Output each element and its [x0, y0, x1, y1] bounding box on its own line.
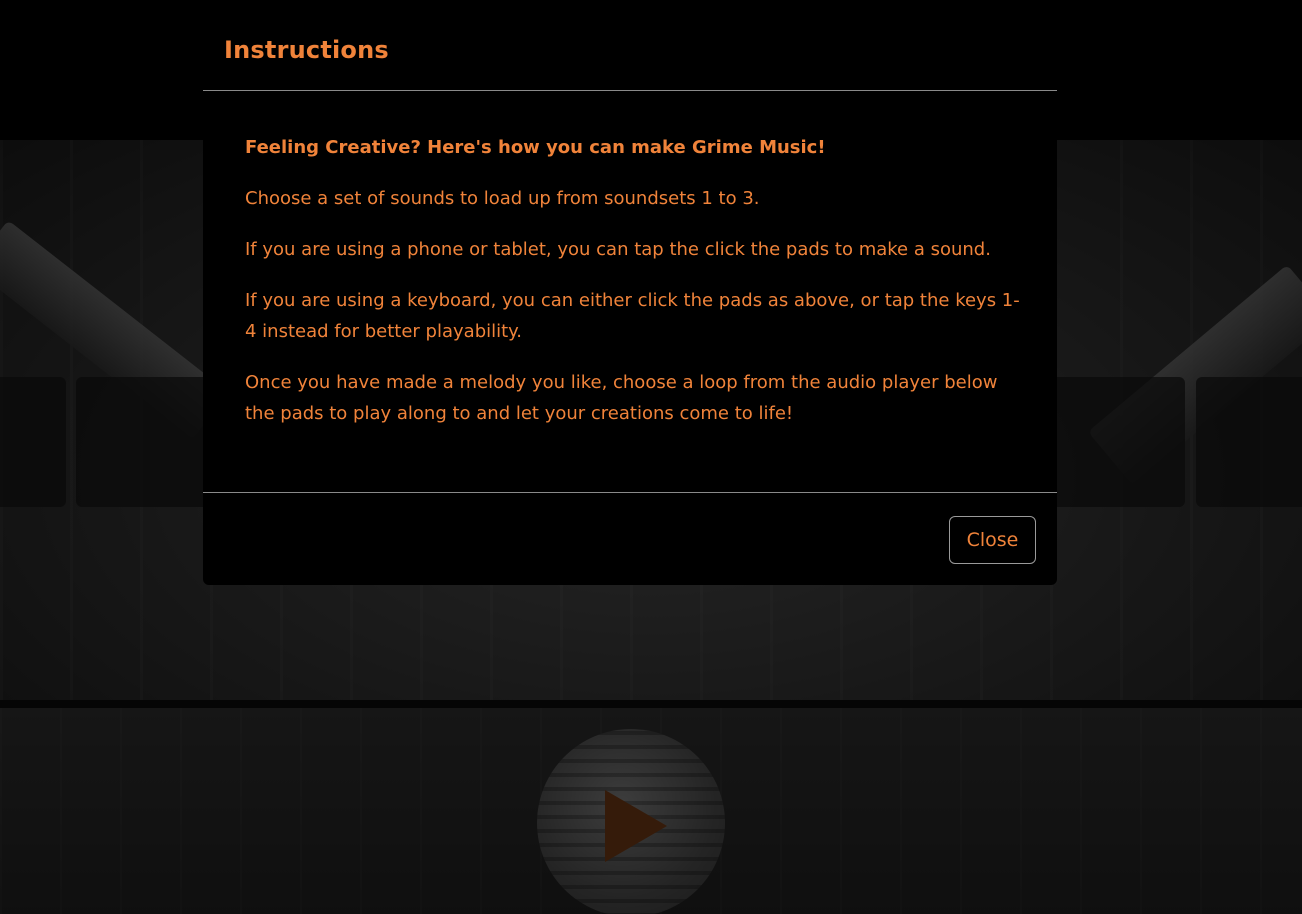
instructions-modal: Instructions Feeling Creative? Here's ho…	[203, 0, 1057, 585]
instructions-step-3: If you are using a keyboard, you can eit…	[245, 290, 1020, 342]
modal-header: Instructions	[203, 0, 1057, 91]
instructions-lead: Feeling Creative? Here's how you can mak…	[245, 137, 826, 158]
modal-body: Feeling Creative? Here's how you can mak…	[245, 132, 1025, 449]
modal-title: Instructions	[224, 36, 389, 64]
page: Instructions Feeling Creative? Here's ho…	[0, 0, 1302, 914]
instructions-step-1: Choose a set of sounds to load up from s…	[245, 188, 760, 209]
instructions-step-4: Once you have made a melody you like, ch…	[245, 372, 998, 424]
instructions-step-2: If you are using a phone or tablet, you …	[245, 239, 991, 260]
close-button[interactable]: Close	[949, 516, 1036, 564]
modal-footer: Close	[203, 492, 1057, 585]
